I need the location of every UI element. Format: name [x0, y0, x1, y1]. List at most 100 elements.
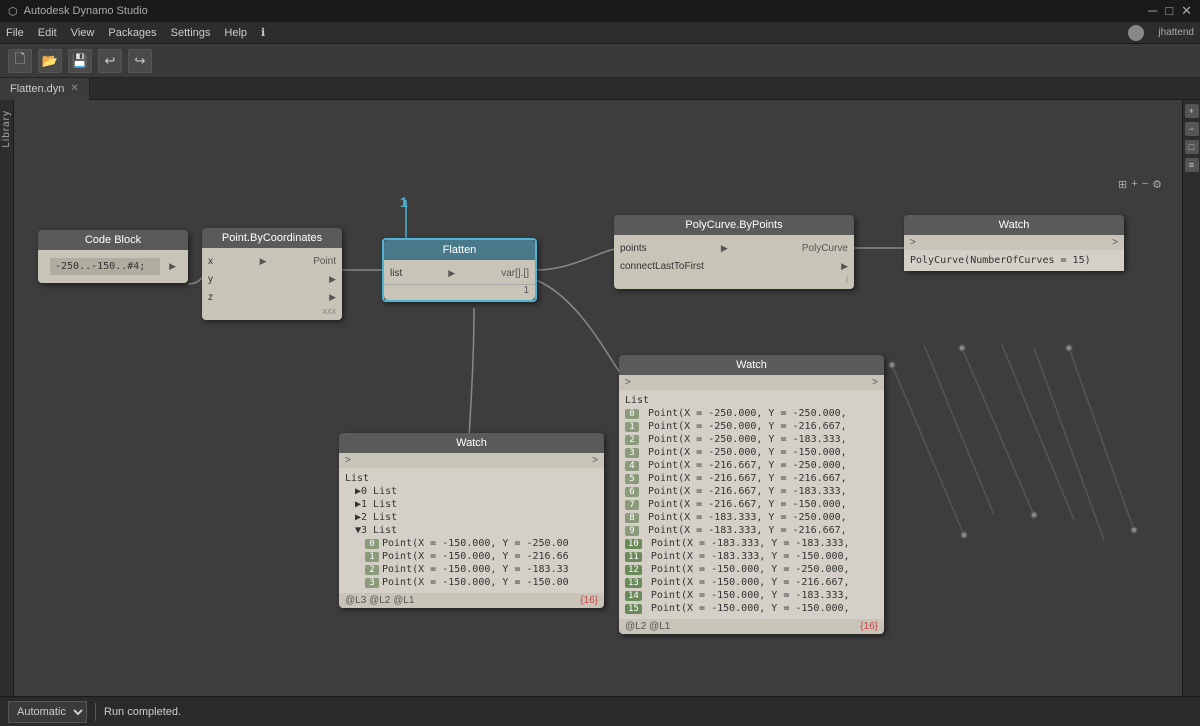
watch-bc-expand-left[interactable]: > — [625, 377, 631, 388]
user-avatar — [1128, 25, 1144, 41]
tab-flatten[interactable]: Flatten.dyn ✕ — [0, 78, 90, 100]
polycurve-title: PolyCurve.ByPoints — [614, 215, 854, 235]
run-mode-select[interactable]: Automatic Manual — [8, 701, 87, 723]
menu-help[interactable]: Help — [224, 27, 247, 39]
polycurve-node[interactable]: PolyCurve.ByPoints points ▶ PolyCurve co… — [614, 215, 854, 289]
code-block-node[interactable]: Code Block -250..-150..#4; ▶ — [38, 230, 188, 283]
watch-bc-item-13: 13 Point(X = -150.000, Y = -216.667, — [625, 576, 878, 589]
watch-bc-item-8: 8 Point(X = -183.333, Y = -250.000, — [625, 511, 878, 524]
watch-bc-content: List 0 Point(X = -250.000, Y = -250.000,… — [619, 390, 884, 619]
watch-tr-expand-left[interactable]: > — [910, 237, 916, 248]
point-output-label: Point — [313, 256, 336, 267]
tab-bar: Flatten.dyn ✕ — [0, 78, 1200, 100]
watch-bl-footer-left: @L3 @L2 @L1 — [345, 595, 414, 606]
app-icon: ⬡ — [8, 5, 18, 18]
watch-bl-item-1: ▶1 List — [345, 498, 598, 511]
watch-topright-node[interactable]: Watch > > PolyCurve(NumberOfCurves = 15) — [904, 215, 1124, 271]
point-title: Point.ByCoordinates — [202, 228, 342, 248]
watch-bc-footer: @L2 @L1 {16} — [619, 619, 884, 634]
canvas-toolbar: ⊞ + − ⚙ — [1118, 178, 1162, 191]
zoom-in-icon[interactable]: + — [1131, 178, 1137, 191]
watch-tr-content: PolyCurve(NumberOfCurves = 15) — [904, 250, 1124, 271]
status-bar: Automatic Manual Run completed. — [0, 696, 1200, 726]
menu-packages[interactable]: Packages — [108, 27, 156, 39]
point-body: x ▶ Point y ▶ z ▶ xxx — [202, 248, 342, 320]
redo-button[interactable]: ↪ — [128, 49, 152, 73]
main-area: Library ⊞ + − ⚙ 1 — [0, 100, 1200, 696]
point-row-z: z ▶ — [202, 288, 342, 306]
library-sidebar[interactable]: Library — [0, 100, 14, 696]
watch-tr-toolbar: > > — [904, 235, 1124, 250]
point-footer: xxx — [202, 306, 342, 316]
watch-bc-item-11: 11 Point(X = -183.333, Y = -150.000, — [625, 550, 878, 563]
canvas[interactable]: ⊞ + − ⚙ 1 — [14, 100, 1182, 696]
app-title: Autodesk Dynamo Studio — [24, 5, 148, 17]
open-button[interactable]: 📂 — [38, 49, 62, 73]
menu-view[interactable]: View — [71, 27, 95, 39]
watch-tr-title: Watch — [904, 215, 1124, 235]
watch-bc-count: {16} — [860, 621, 878, 632]
undo-button[interactable]: ↩ — [98, 49, 122, 73]
flatten-title: Flatten — [384, 240, 535, 260]
watch-bl-item-3-2: 2Point(X = -150.000, Y = -183.33 — [345, 563, 598, 576]
watch-bc-item-0: 0 Point(X = -250.000, Y = -250.000, — [625, 407, 878, 420]
status-text: Run completed. — [104, 706, 181, 718]
watch-bl-item-3-3: 3Point(X = -150.000, Y = -150.00 — [345, 576, 598, 589]
maximize-button[interactable]: □ — [1165, 3, 1173, 19]
point-input-z: z — [208, 292, 213, 303]
point-by-coordinates-node[interactable]: Point.ByCoordinates x ▶ Point y ▶ z ▶ xx… — [202, 228, 342, 320]
watch-tr-expand-right[interactable]: > — [1112, 237, 1118, 248]
user-name: jhattend — [1158, 27, 1194, 38]
minimize-button[interactable]: ─ — [1148, 3, 1157, 19]
polycurve-footer: l — [614, 275, 854, 285]
watch-bottomleft-node[interactable]: Watch > > List ▶0 List ▶1 List ▶2 List ▼… — [339, 433, 604, 608]
watch-bl-footer: @L3 @L2 @L1 {16} — [339, 593, 604, 608]
zoom-in-btn[interactable]: + — [1185, 104, 1199, 118]
polycurve-body: points ▶ PolyCurve connectLastToFirst ▶ … — [614, 235, 854, 289]
grid-btn[interactable]: ≡ — [1185, 158, 1199, 172]
code-block-value[interactable]: -250..-150..#4; — [50, 258, 160, 275]
watch-bl-item-3-0: 0Point(X = -150.000, Y = -250.00 — [345, 537, 598, 550]
polycurve-input-connect: connectLastToFirst — [620, 261, 704, 272]
code-block-row: -250..-150..#4; ▶ — [44, 256, 182, 277]
tab-label: Flatten.dyn — [10, 83, 64, 95]
watch-bc-expand-right[interactable]: > — [872, 377, 878, 388]
watch-bc-footer-left: @L2 @L1 — [625, 621, 670, 632]
tab-close-icon[interactable]: ✕ — [70, 83, 78, 94]
watch-bl-expand-right[interactable]: > — [592, 455, 598, 466]
code-block-title: Code Block — [38, 230, 188, 250]
zoom-out-btn[interactable]: − — [1185, 122, 1199, 136]
watch-bc-item-15: 15 Point(X = -150.000, Y = -150.000, — [625, 602, 878, 615]
fit-btn[interactable]: □ — [1185, 140, 1199, 154]
close-button[interactable]: ✕ — [1181, 3, 1192, 19]
watch-bc-item-7: 7 Point(X = -216.667, Y = -150.000, — [625, 498, 878, 511]
menu-edit[interactable]: Edit — [38, 27, 57, 39]
menu-settings[interactable]: Settings — [171, 27, 211, 39]
watch-bl-list-label: List — [345, 472, 598, 485]
watch-bc-item-9: 9 Point(X = -183.333, Y = -216.667, — [625, 524, 878, 537]
watch-bl-toolbar: > > — [339, 453, 604, 468]
watch-bl-item-3-1: 1Point(X = -150.000, Y = -216.66 — [345, 550, 598, 563]
flatten-body: list ▶ var[].[] 1 — [384, 260, 535, 300]
menu-bar: File Edit View Packages Settings Help ℹ … — [0, 22, 1200, 44]
menu-file[interactable]: File — [6, 27, 24, 39]
polycurve-input-points: points — [620, 243, 647, 254]
code-block-output-port: ▶ — [169, 261, 176, 272]
watch-bl-content: List ▶0 List ▶1 List ▶2 List ▼3 List 0Po… — [339, 468, 604, 593]
save-button[interactable]: 💾 — [68, 49, 92, 73]
settings-icon[interactable]: ⚙ — [1152, 178, 1162, 191]
zoom-fit-icon[interactable]: ⊞ — [1118, 178, 1127, 191]
watch-bl-item-0: ▶0 List — [345, 485, 598, 498]
polycurve-output-label: PolyCurve — [802, 243, 848, 254]
status-divider — [95, 703, 96, 721]
number-label: 1 — [400, 194, 408, 210]
watch-bottomcenter-node[interactable]: Watch > > List 0 Point(X = -250.000, Y =… — [619, 355, 884, 634]
watch-bc-item-14: 14 Point(X = -150.000, Y = -183.333, — [625, 589, 878, 602]
zoom-out-icon[interactable]: − — [1142, 178, 1148, 191]
toolbar: 🗋 📂 💾 ↩ ↪ — [0, 44, 1200, 78]
menu-info[interactable]: ℹ — [261, 26, 265, 39]
flatten-node[interactable]: Flatten list ▶ var[].[] 1 — [382, 238, 537, 302]
polycurve-row-connect: connectLastToFirst ▶ — [614, 257, 854, 275]
new-button[interactable]: 🗋 — [8, 49, 32, 73]
watch-bl-expand-left[interactable]: > — [345, 455, 351, 466]
